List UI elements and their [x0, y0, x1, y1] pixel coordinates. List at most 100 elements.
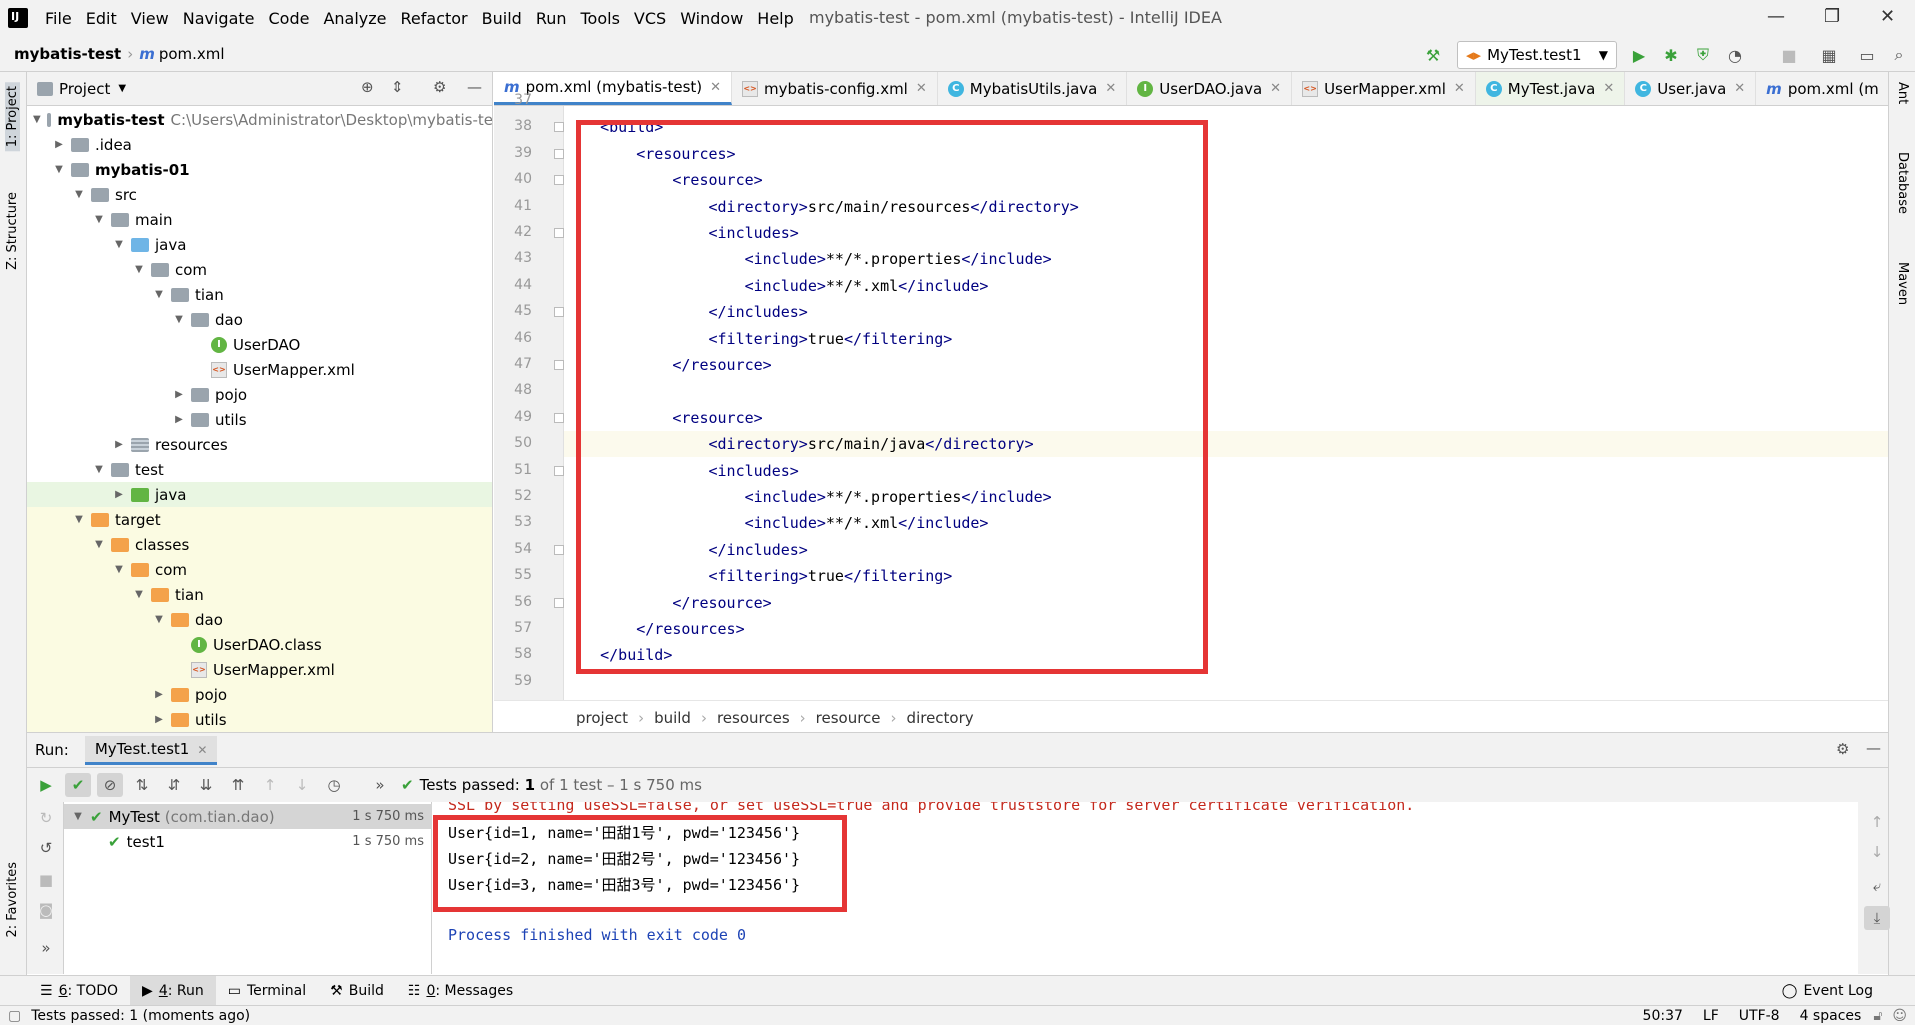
structure-tool-button[interactable]: Z: Structure [5, 192, 20, 270]
menu-analyze[interactable]: Analyze [316, 9, 393, 28]
tree-item-test[interactable]: ▼ test [27, 457, 492, 482]
rerun-icon[interactable]: ▶ [33, 773, 59, 797]
expanded-arrow-icon[interactable]: ▼ [33, 114, 41, 125]
tree-item-userdao[interactable]: I UserDAO [27, 332, 492, 357]
expanded-arrow-icon[interactable]: ▼ [93, 214, 105, 225]
expanded-arrow-icon[interactable]: ▼ [133, 589, 145, 600]
ant-tool-button[interactable]: Ant [1895, 82, 1910, 104]
coverage-icon[interactable]: ⛨ [1692, 44, 1714, 66]
breadcrumb-project[interactable]: project [576, 709, 628, 727]
tree-item-target-utils[interactable]: ▶ utils [27, 707, 492, 732]
fold-marker-icon[interactable] [554, 228, 564, 238]
expanded-arrow-icon[interactable]: ▼ [153, 614, 165, 625]
expanded-arrow-icon[interactable]: ▼ [133, 264, 145, 275]
code-line[interactable] [564, 88, 1888, 114]
show-ignored-icon[interactable]: ⊘ [97, 773, 123, 797]
fold-marker-icon[interactable] [554, 597, 564, 608]
chevron-down-icon[interactable]: ▼ [118, 83, 126, 94]
search-icon[interactable]: ⌕ [1888, 44, 1910, 66]
expanded-arrow-icon[interactable]: ▼ [113, 239, 125, 250]
run-tab-mytest-test1[interactable]: MyTest.test1 ✕ [84, 735, 218, 765]
todo-tool-button[interactable]: ☰ 6: TODO [28, 976, 130, 1006]
expanded-arrow-icon[interactable]: ▼ [153, 289, 165, 300]
indent-setting[interactable]: 4 spaces [1800, 1008, 1862, 1024]
collapsed-arrow-icon[interactable]: ▶ [153, 714, 165, 725]
fold-marker-icon[interactable] [554, 148, 564, 159]
expand-all-icon[interactable]: ⇊ [193, 773, 219, 797]
menu-view[interactable]: View [124, 9, 176, 28]
menu-run[interactable]: Run [529, 9, 574, 28]
tree-root[interactable]: ▼ mybatis-test C:\Users\Administrator\De… [27, 107, 492, 132]
toggle-tool-windows-icon[interactable]: ▢ [8, 1008, 21, 1024]
run-configuration-select[interactable]: ◂▸ MyTest.test1 ▼ [1457, 41, 1617, 69]
expanded-arrow-icon[interactable]: ▼ [93, 464, 105, 475]
locate-icon[interactable]: ⊕ [361, 78, 374, 96]
gear-icon[interactable]: ⚙ [433, 78, 446, 96]
maven-tool-button[interactable]: Maven [1895, 262, 1910, 305]
menu-refactor[interactable]: Refactor [394, 9, 475, 28]
show-passed-icon[interactable]: ✔ [65, 773, 91, 797]
favorites-tool-button[interactable]: 2: Favorites [5, 862, 20, 938]
collapsed-arrow-icon[interactable]: ▶ [153, 689, 165, 700]
menu-tools[interactable]: Tools [574, 9, 627, 28]
rerun-failed-icon[interactable]: ↻ [33, 806, 59, 830]
tree-item-classes[interactable]: ▼ classes [27, 532, 492, 557]
nav-file[interactable]: pom.xml [159, 45, 225, 63]
fold-marker-icon[interactable] [554, 175, 564, 186]
minimize-icon[interactable]: — [1767, 6, 1785, 27]
menu-help[interactable]: Help [750, 9, 800, 28]
tree-item-main[interactable]: ▼ main [27, 207, 492, 232]
collapsed-arrow-icon[interactable]: ▶ [113, 439, 125, 450]
menu-build[interactable]: Build [475, 9, 529, 28]
fold-marker-icon[interactable] [554, 122, 564, 133]
scroll-up-icon[interactable]: ↑ [1864, 810, 1890, 834]
restore-icon[interactable]: ❐ [1824, 6, 1840, 27]
tree-item-target-dao[interactable]: ▼ dao [27, 607, 492, 632]
lock-icon[interactable]: 🔓︎ [1873, 1008, 1882, 1024]
tree-item-target[interactable]: ▼ target [27, 507, 492, 532]
menu-code[interactable]: Code [262, 9, 317, 28]
line-separator[interactable]: LF [1703, 1008, 1719, 1024]
caret-position[interactable]: 50:37 [1643, 1008, 1683, 1024]
soft-wrap-icon[interactable]: ⤶ [1864, 874, 1890, 898]
tree-item-target-com[interactable]: ▼ com [27, 557, 492, 582]
test-suite-row[interactable]: ▼ ✔ MyTest (com.tian.dao) 1 s 750 ms [64, 804, 432, 829]
breadcrumb-resource[interactable]: resource [816, 709, 881, 727]
fold-marker-icon[interactable] [554, 544, 564, 555]
project-structure-icon[interactable]: ▦ [1818, 44, 1840, 66]
breadcrumb-build[interactable]: build [654, 709, 691, 727]
hide-icon[interactable]: — [1866, 739, 1881, 757]
previous-failed-icon[interactable]: ↑ [257, 773, 283, 797]
expanded-arrow-icon[interactable]: ▼ [113, 564, 125, 575]
file-encoding[interactable]: UTF-8 [1739, 1008, 1780, 1024]
collapse-all-icon[interactable]: ⇕ [391, 78, 404, 96]
collapsed-arrow-icon[interactable]: ▶ [53, 139, 65, 150]
test-case-row[interactable]: ✔ test1 1 s 750 ms [64, 829, 432, 854]
tree-item-idea[interactable]: ▶ .idea [27, 132, 492, 157]
tree-item-tian[interactable]: ▼ tian [27, 282, 492, 307]
tree-item-target-tian[interactable]: ▼ tian [27, 582, 492, 607]
sort-alpha-icon[interactable]: ⇅ [129, 773, 155, 797]
debug-icon[interactable]: ✱ [1660, 44, 1682, 66]
collapse-all-icon[interactable]: ⇈ [225, 773, 251, 797]
hide-icon[interactable]: — [467, 78, 482, 96]
tree-item-dao[interactable]: ▼ dao [27, 307, 492, 332]
tree-item-userdao-class[interactable]: I UserDAO.class [27, 632, 492, 657]
expanded-arrow-icon[interactable]: ▼ [72, 811, 84, 822]
presentation-icon[interactable]: ▭ [1856, 44, 1878, 66]
messages-tool-button[interactable]: ☷ 0: Messages [396, 976, 525, 1006]
tree-item-com[interactable]: ▼ com [27, 257, 492, 282]
tree-item-target-usermapper[interactable]: <> UserMapper.xml [27, 657, 492, 682]
menu-edit[interactable]: Edit [79, 9, 124, 28]
inspector-icon[interactable]: ☺︎ [1892, 1008, 1907, 1024]
project-panel-title[interactable]: Project [59, 80, 110, 98]
tree-item-target-pojo[interactable]: ▶ pojo [27, 682, 492, 707]
scroll-to-end-icon[interactable]: ⤓ [1864, 906, 1890, 930]
breadcrumb-resources[interactable]: resources [717, 709, 790, 727]
tree-item-usermapper[interactable]: <> UserMapper.xml [27, 357, 492, 382]
terminal-tool-button[interactable]: ▭ Terminal [216, 976, 318, 1006]
expanded-arrow-icon[interactable]: ▼ [173, 314, 185, 325]
project-tool-button[interactable]: 1: Project [5, 82, 20, 152]
fold-marker-icon[interactable] [554, 360, 564, 370]
fold-marker-icon[interactable] [554, 412, 564, 423]
